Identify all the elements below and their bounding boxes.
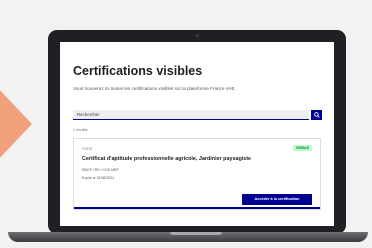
card-bottom-rule — [74, 207, 320, 209]
search-bar — [73, 110, 322, 121]
certification-title: Certificat d'aptitude professionnelle ag… — [82, 156, 252, 162]
laptop-screen: Certifications visibles Vous trouverez i… — [60, 42, 334, 226]
status-badge: VISIBLE — [292, 145, 312, 151]
search-icon — [313, 112, 320, 118]
page-subtitle: Vous trouverez ici toutes les certificat… — [73, 86, 236, 91]
laptop-notch — [170, 232, 222, 235]
search-input[interactable] — [73, 110, 309, 120]
camera-dot — [196, 34, 199, 37]
certification-detail-2: Expire le 31/08/2024 — [82, 176, 115, 180]
page-title: Certifications visibles — [73, 64, 203, 78]
stage: Certifications visibles Vous trouverez i… — [0, 0, 372, 248]
access-certification-button[interactable]: Accéder à la certification — [242, 194, 312, 205]
certification-card: CODE VISIBLE Certificat d'aptitude profe… — [73, 138, 321, 210]
search-button[interactable] — [311, 110, 322, 120]
certification-detail-1: RNCP / RS / CCN MRP — [82, 168, 119, 172]
arrow-decoration — [0, 86, 32, 162]
certification-code: CODE — [82, 147, 93, 151]
result-count: 1 résultat — [73, 128, 88, 132]
